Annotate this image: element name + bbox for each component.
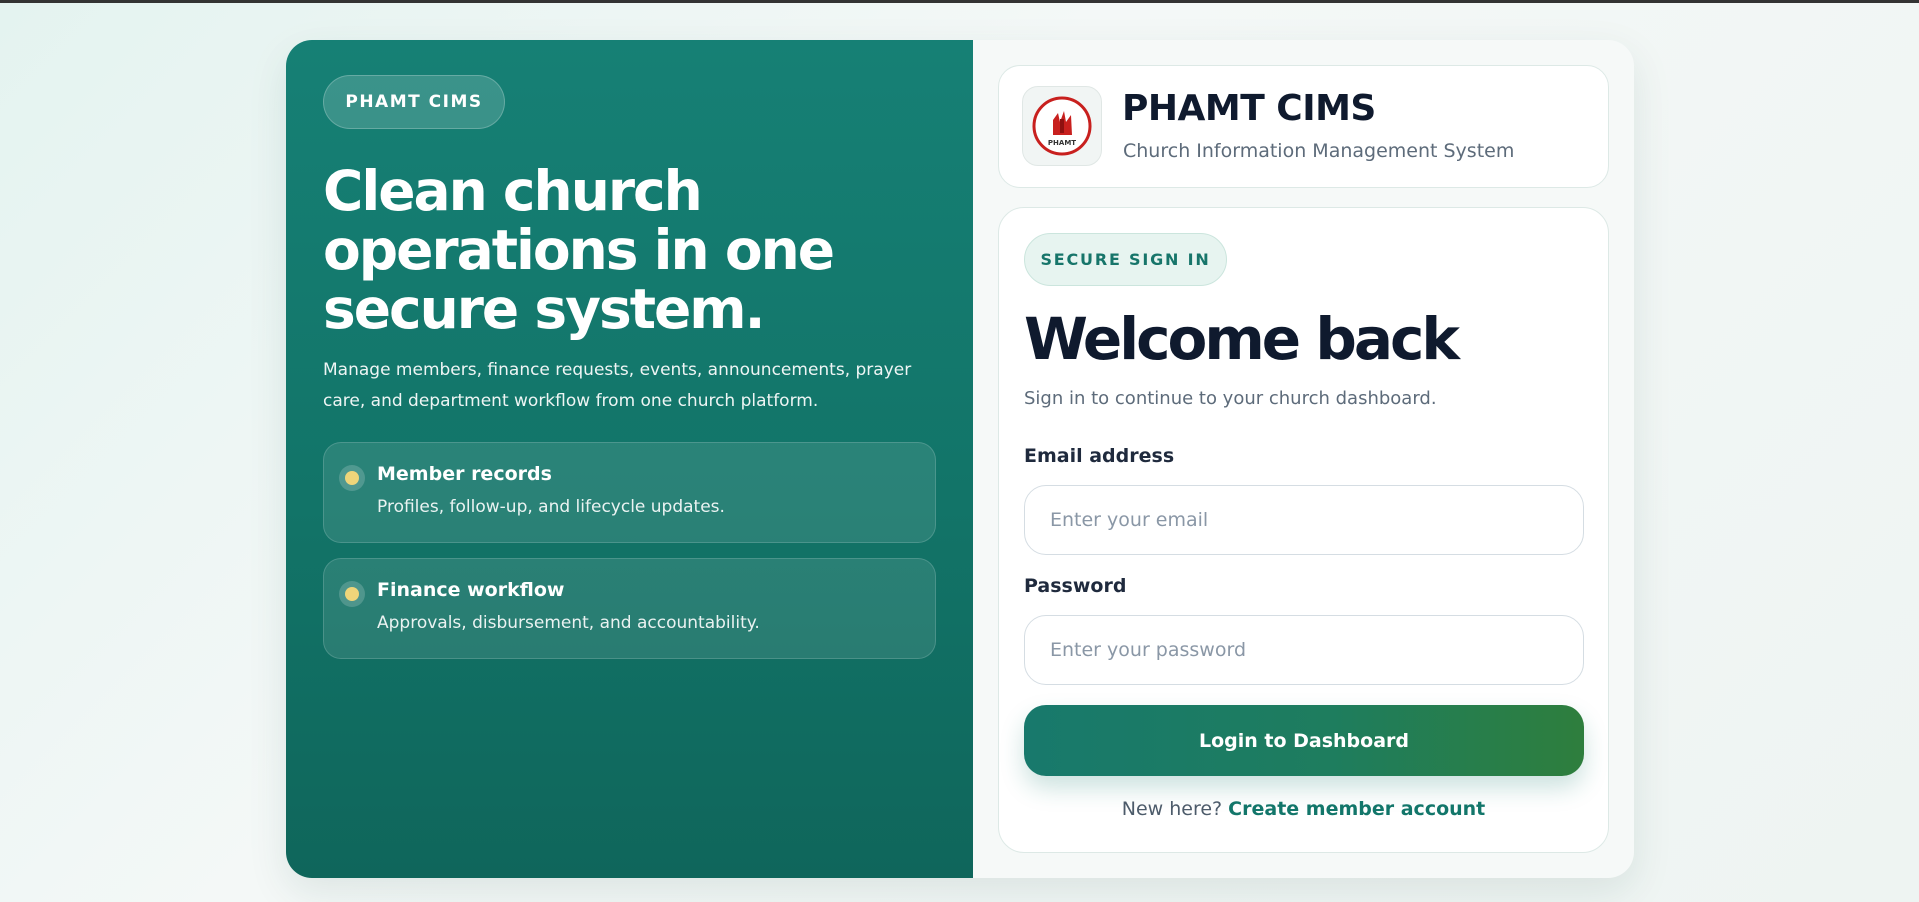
logo-text: PHAMT (1048, 139, 1076, 147)
signup-prompt: New here? Create member account (999, 798, 1608, 820)
hero-description: Manage members, finance requests, events… (323, 360, 912, 411)
feature-description: Profiles, follow-up, and lifecycle updat… (377, 497, 725, 517)
brand-name: PHAMT CIMS (1122, 88, 1376, 129)
feature-title: Member records (377, 463, 552, 485)
church-logo-icon: PHAMT (1022, 86, 1102, 166)
secure-sign-in-badge: SECURE SIGN IN (1024, 233, 1227, 286)
hero-panel: PHAMT CIMS Clean church operations in on… (286, 40, 973, 878)
window-top-border (0, 0, 1919, 3)
email-field[interactable] (1024, 485, 1584, 555)
page-subtitle: Sign in to continue to your church dashb… (1024, 388, 1437, 409)
feature-description: Approvals, disbursement, and accountabil… (377, 613, 760, 633)
dot-icon (339, 465, 365, 491)
password-label: Password (1024, 575, 1127, 597)
page-title: Welcome back (1024, 305, 1460, 373)
email-label: Email address (1024, 445, 1175, 467)
password-field[interactable] (1024, 615, 1584, 685)
feature-card-member-records: Member records Profiles, follow-up, and … (323, 442, 936, 543)
dot-icon (339, 581, 365, 607)
feature-title: Finance workflow (377, 579, 565, 601)
login-card: PHAMT CIMS Clean church operations in on… (286, 40, 1634, 878)
signup-prompt-text: New here? (1121, 798, 1223, 820)
brand-header: PHAMT PHAMT CIMS Church Information Mana… (998, 65, 1609, 188)
brand-subtitle: Church Information Management System (1123, 140, 1515, 162)
login-form: SECURE SIGN IN Welcome back Sign in to c… (998, 207, 1609, 853)
create-account-link[interactable]: Create member account (1228, 798, 1485, 820)
hero-title: Clean church operations in one secure sy… (323, 159, 835, 341)
feature-card-finance-workflow: Finance workflow Approvals, disbursement… (323, 558, 936, 659)
login-button[interactable]: Login to Dashboard (1024, 705, 1584, 776)
hero-badge: PHAMT CIMS (323, 75, 505, 129)
